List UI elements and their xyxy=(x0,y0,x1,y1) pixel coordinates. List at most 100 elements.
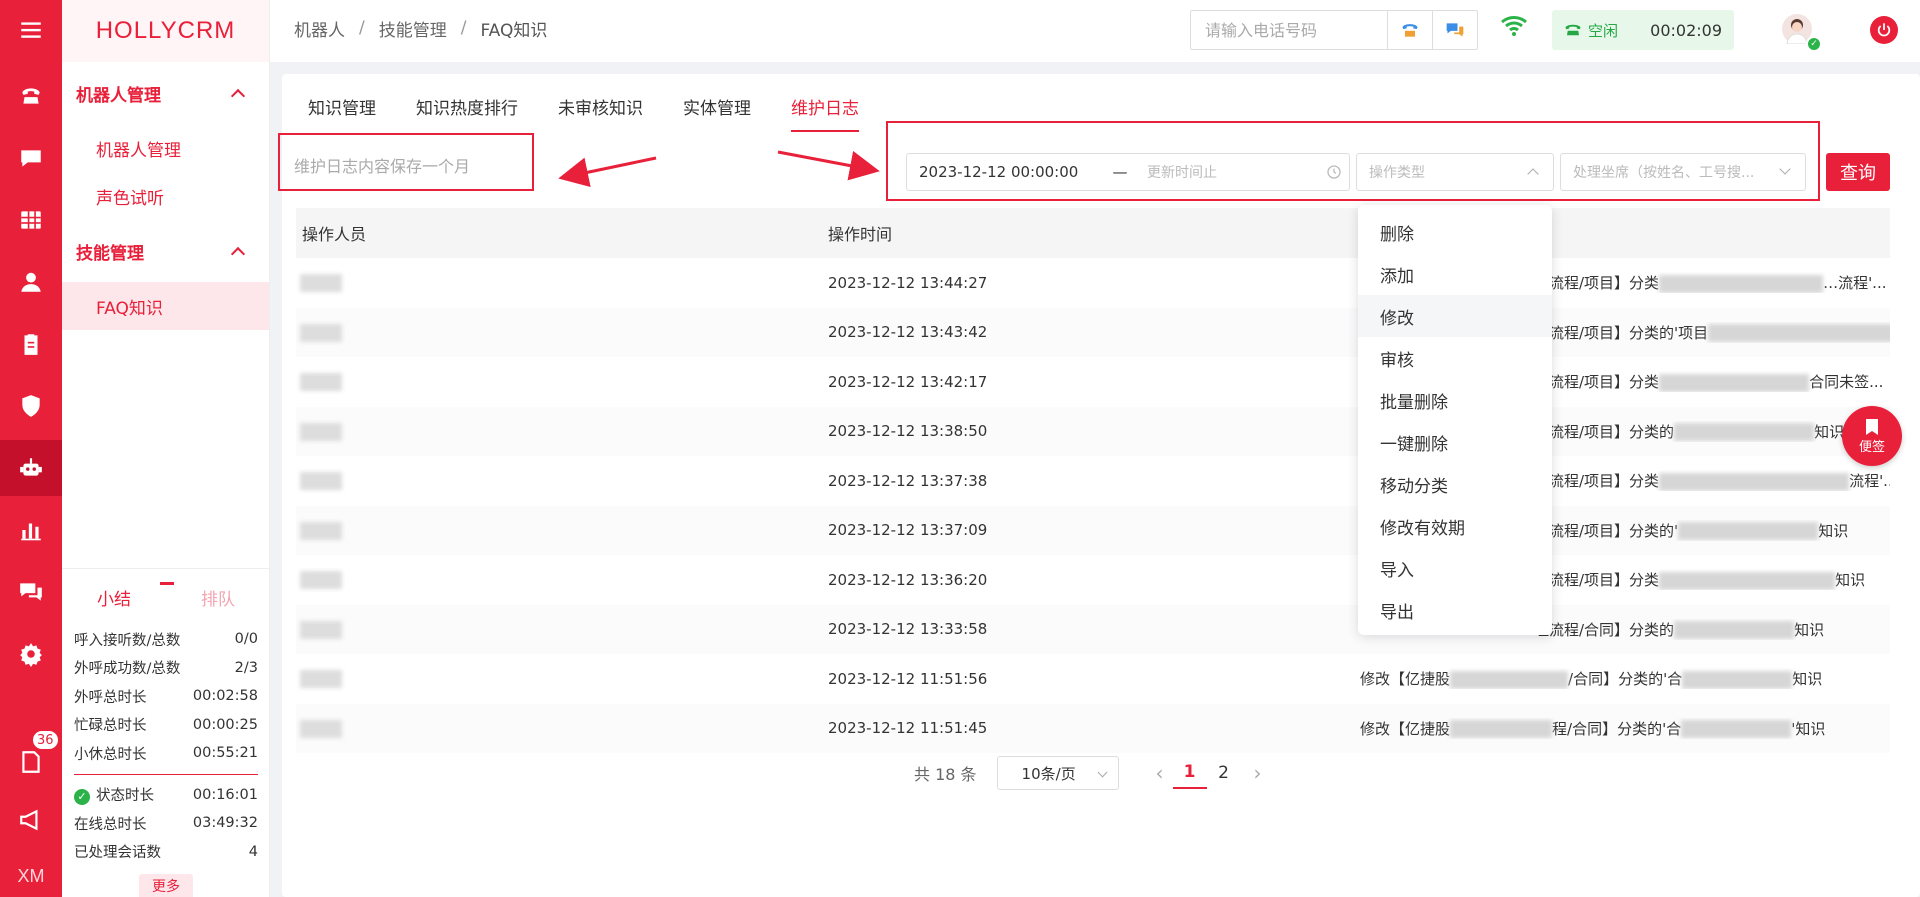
table-row[interactable]: 2023-12-12 11:51:56 修改【亿捷股/合同】分类的'合 知识 xyxy=(296,654,1890,704)
next-page-icon[interactable]: › xyxy=(1245,761,1271,785)
power-icon[interactable] xyxy=(1870,16,1898,44)
chevron-down-icon xyxy=(1097,767,1107,778)
page-2[interactable]: 2 xyxy=(1207,763,1241,783)
sidebar-group-robot[interactable]: 机器人管理 xyxy=(62,62,269,124)
icon-rail: 36 XM xyxy=(0,0,62,897)
sidebar: HOLLYCRM 机器人管理 机器人管理 声色试听 技能管理 FAQ知识 小结 … xyxy=(62,0,270,897)
sidebar-item-voice-preview[interactable]: 声色试听 xyxy=(62,172,269,220)
table-row[interactable]: 2023-12-12 13:44:27 理流程/项目】分类 …流程'... xyxy=(296,258,1890,308)
messages-icon[interactable] xyxy=(0,564,62,620)
operation-type-select[interactable]: 操作类型 xyxy=(1356,153,1554,191)
more-button[interactable]: 更多 xyxy=(139,874,193,897)
tab-knowledge-management[interactable]: 知识管理 xyxy=(308,84,376,134)
option-move-category[interactable]: 移动分类 xyxy=(1358,463,1552,505)
option-batch-delete[interactable]: 批量删除 xyxy=(1358,379,1552,421)
table-row[interactable]: 2023-12-12 13:37:38理流程/项目】分类流程'... xyxy=(296,456,1890,506)
tab-queue[interactable]: 排队 xyxy=(201,585,235,610)
summary-panel: 小结 排队 呼入接听数/总数 0/0 外呼成功数/总数 2/3 外呼总时长 00:02… xyxy=(62,568,270,897)
table-row[interactable]: 2023-12-12 13:43:42 理流程/项目】分类的'项目 xyxy=(296,307,1890,357)
pagination: 共 18 条 10条/页 ‹ 1 2 › xyxy=(914,755,1271,791)
sidebar-item-faq[interactable]: FAQ知识 xyxy=(62,282,269,330)
agent-select[interactable]: 处理坐席（按姓名、工号搜... xyxy=(1560,153,1806,191)
robot-icon[interactable] xyxy=(0,440,62,496)
option-delete[interactable]: 删除 xyxy=(1358,211,1552,253)
phone-dial-box xyxy=(1190,10,1478,50)
tab-summary[interactable]: 小结 xyxy=(97,585,131,610)
clipboard-icon[interactable] xyxy=(0,316,62,372)
option-one-click-delete[interactable]: 一键删除 xyxy=(1358,421,1552,463)
option-modify[interactable]: 修改 xyxy=(1358,295,1552,337)
avatar[interactable]: ✓ xyxy=(1782,14,1822,52)
table-row[interactable]: 2023-12-12 13:38:50 理流程/项目】分类的 知识 xyxy=(296,406,1890,456)
prev-page-icon[interactable]: ‹ xyxy=(1147,761,1173,785)
brand-logo: HOLLYCRM xyxy=(62,0,269,62)
breadcrumb-item[interactable]: 机器人 xyxy=(294,16,345,41)
bar-chart-icon[interactable] xyxy=(0,502,62,558)
stat-row: 忙碌总时长 00:00:25 xyxy=(74,716,258,735)
option-export[interactable]: 导出 xyxy=(1358,589,1552,631)
date-start[interactable]: 2023-12-12 00:00:00 xyxy=(907,163,1103,181)
chevron-up-icon xyxy=(1527,168,1539,180)
bookmark-icon xyxy=(1866,418,1878,435)
sticky-note-button[interactable]: 便签 xyxy=(1842,406,1902,466)
stat-row: 已处理会话数 4 xyxy=(74,843,258,862)
wifi-icon xyxy=(1500,14,1528,42)
top-header: 机器人 / 技能管理 / FAQ知识 空闲 00:02:09 ✓ xyxy=(270,0,1920,62)
table-row[interactable]: 2023-12-12 13:42:17 理流程/项目】分类 合同未签... xyxy=(296,357,1890,407)
chevron-down-icon xyxy=(1779,163,1791,175)
sidebar-item-robot-management[interactable]: 机器人管理 xyxy=(62,124,269,172)
date-end[interactable]: 更新时间止 xyxy=(1137,162,1319,182)
retention-note: 维护日志内容保存一个月 xyxy=(278,133,534,191)
menu-icon[interactable] xyxy=(0,2,62,58)
tab-bar: 知识管理 知识热度排行 未审核知识 实体管理 维护日志 xyxy=(308,84,899,134)
table-row[interactable]: 2023-12-12 13:33:58 理流程/合同】分类的 知识 xyxy=(296,604,1890,654)
shield-icon[interactable] xyxy=(0,378,62,434)
chevron-up-icon xyxy=(230,246,246,262)
table-row[interactable]: 2023-12-12 13:36:20 理流程/项目】分类 知识 xyxy=(296,555,1890,605)
grid-icon[interactable] xyxy=(0,192,62,248)
breadcrumb-current: FAQ知识 xyxy=(480,20,548,41)
table-row[interactable]: 2023-12-12 13:37:09 理流程/项目】分类的' 知识 xyxy=(296,505,1890,555)
book-icon[interactable]: 36 xyxy=(0,730,62,790)
megaphone-icon[interactable] xyxy=(0,792,62,848)
phone-input[interactable] xyxy=(1191,11,1387,49)
online-check-icon: ✓ xyxy=(1806,36,1822,52)
agent-status[interactable]: 空闲 00:02:09 xyxy=(1552,10,1734,50)
chat-icon[interactable] xyxy=(0,130,62,186)
stat-row: 外呼总时长 00:02:58 xyxy=(74,688,258,706)
phone-icon[interactable] xyxy=(0,68,62,124)
tab-knowledge-ranking[interactable]: 知识热度排行 xyxy=(416,84,518,134)
sidebar-group-skill[interactable]: 技能管理 xyxy=(62,220,269,282)
stat-row: ✓ 状态时长 00:16:01 xyxy=(62,781,270,810)
option-add[interactable]: 添加 xyxy=(1358,253,1552,295)
caret-indicator xyxy=(160,577,174,585)
transfer-button[interactable] xyxy=(1432,11,1477,49)
divider xyxy=(74,773,258,775)
tab-unreviewed-knowledge[interactable]: 未审核知识 xyxy=(558,84,643,134)
stat-row: 外呼成功数/总数 2/3 xyxy=(74,659,258,678)
dial-button[interactable] xyxy=(1387,11,1432,49)
query-button[interactable]: 查询 xyxy=(1826,153,1890,191)
option-modify-validity[interactable]: 修改有效期 xyxy=(1358,505,1552,547)
table-row[interactable]: 2023-12-12 11:51:45 修改【亿捷股 程/合同】分类的'合 '知识 xyxy=(296,703,1890,753)
stat-row: 呼入接听数/总数 0/0 xyxy=(74,631,258,649)
page-1[interactable]: 1 xyxy=(1172,757,1207,789)
breadcrumb-item[interactable]: 技能管理 xyxy=(379,16,447,41)
stat-row: 小休总时长 00:55:21 xyxy=(74,745,258,763)
table-header: 操作人员 操作时间 xyxy=(296,208,1890,258)
notification-badge: 36 xyxy=(32,730,59,750)
date-range-picker[interactable]: 2023-12-12 00:00:00 — 更新时间止 xyxy=(906,153,1350,191)
chevron-up-icon xyxy=(230,88,246,104)
check-icon: ✓ xyxy=(74,788,90,805)
tab-maintenance-log[interactable]: 维护日志 xyxy=(791,84,859,134)
page-size-select[interactable]: 10条/页 xyxy=(996,756,1119,790)
option-review[interactable]: 审核 xyxy=(1358,337,1552,379)
user-icon[interactable] xyxy=(0,254,62,310)
breadcrumb: 机器人 / 技能管理 / FAQ知识 xyxy=(294,0,547,56)
option-import[interactable]: 导入 xyxy=(1358,547,1552,589)
clock-icon xyxy=(1319,164,1349,180)
log-table: 操作人员 操作时间 2023-12-12 13:44:27 理流程/项目】分类 …流… xyxy=(296,208,1890,753)
gear-icon[interactable] xyxy=(0,626,62,682)
phone-icon xyxy=(1402,24,1418,37)
tab-entity-management[interactable]: 实体管理 xyxy=(683,84,751,134)
